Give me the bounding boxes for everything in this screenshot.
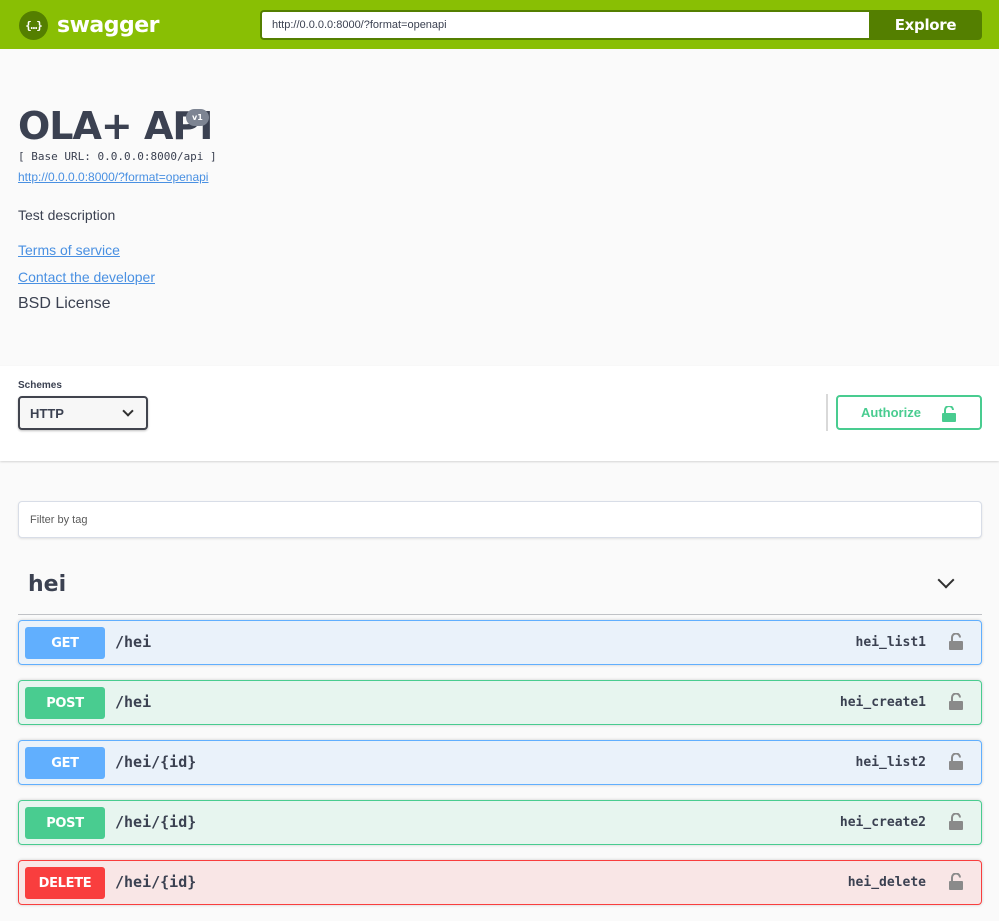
operation-path: /hei (115, 633, 152, 651)
method-badge: GET (25, 627, 105, 659)
unlock-icon[interactable] (949, 693, 963, 710)
filter-by-tag-input[interactable] (18, 501, 982, 538)
terms-of-service-link[interactable]: Terms of service (18, 242, 120, 258)
chevron-down-icon (122, 405, 134, 417)
swagger-logo[interactable]: {…} swagger (19, 10, 160, 40)
method-badge: POST (25, 807, 105, 839)
swagger-logo-icon: {…} (19, 10, 48, 40)
logo-text: swagger (57, 12, 160, 38)
operation-row[interactable]: GET /hei hei_list1 (18, 620, 982, 665)
operation-id: hei_create1 (839, 695, 926, 710)
operation-row[interactable]: POST /hei hei_create1 (18, 680, 982, 725)
schemes-selected-value: HTTP (30, 405, 64, 421)
scheme-container: Schemes HTTP Authorize (0, 366, 999, 461)
operation-path: /hei/{id} (115, 873, 197, 891)
chevron-down-icon[interactable] (937, 571, 955, 589)
spec-link[interactable]: http://0.0.0.0:8000/?format=openapi (18, 170, 208, 184)
tag-section-header[interactable]: hei (18, 562, 982, 615)
operation-path: /hei (115, 693, 152, 711)
unlock-icon[interactable] (949, 813, 963, 830)
operation-row[interactable]: DELETE /hei/{id} hei_delete (18, 860, 982, 905)
explore-button[interactable]: Explore (869, 10, 982, 40)
operation-id: hei_create2 (839, 815, 926, 830)
method-badge: GET (25, 747, 105, 779)
method-badge: POST (25, 687, 105, 719)
authorize-button[interactable]: Authorize (836, 395, 982, 430)
contact-developer-link[interactable]: Contact the developer (18, 269, 155, 285)
method-badge: DELETE (25, 867, 105, 899)
schemes-select[interactable]: HTTP (18, 396, 148, 430)
unlock-icon[interactable] (949, 873, 963, 890)
schemes-label: Schemes (18, 380, 62, 391)
operation-row[interactable]: GET /hei/{id} hei_list2 (18, 740, 982, 785)
divider (826, 394, 828, 431)
operation-id: hei_list2 (855, 755, 926, 770)
version-badge: v1 (186, 109, 209, 126)
authorize-label: Authorize (861, 405, 921, 420)
unlock-icon (942, 406, 956, 422)
unlock-icon[interactable] (949, 633, 963, 650)
operation-path: /hei/{id} (115, 813, 197, 831)
api-description: Test description (18, 207, 116, 223)
operation-row[interactable]: POST /hei/{id} hei_create2 (18, 800, 982, 845)
spec-url-input[interactable] (260, 10, 869, 40)
api-title: OLA+ API (18, 104, 213, 148)
operation-id: hei_delete (847, 875, 926, 890)
tag-name: hei (28, 572, 67, 597)
operation-path: /hei/{id} (115, 753, 197, 771)
license-text: BSD License (18, 295, 111, 312)
unlock-icon[interactable] (949, 753, 963, 770)
topbar: {…} swagger Explore (0, 0, 999, 49)
operation-id: hei_list1 (855, 635, 926, 650)
base-url: [ Base URL: 0.0.0.0:8000/api ] (18, 150, 217, 163)
